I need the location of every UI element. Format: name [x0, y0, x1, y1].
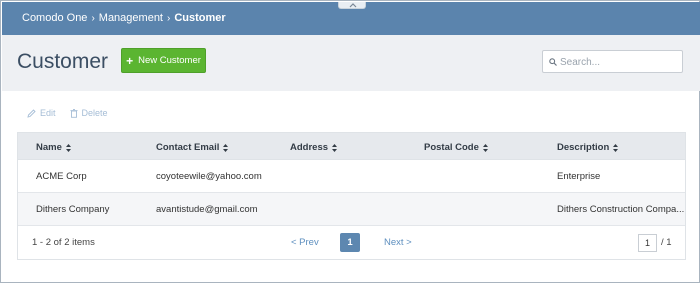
pencil-icon	[27, 108, 36, 118]
breadcrumb-current: Customer	[174, 12, 226, 24]
page-number-button[interactable]: 1	[340, 233, 360, 252]
breadcrumb-item-management[interactable]: Management	[99, 12, 163, 24]
column-label: Address	[290, 142, 329, 153]
breadcrumb: Comodo One › Management › Customer	[22, 12, 226, 24]
top-bar: Comodo One › Management › Customer	[2, 2, 700, 35]
plus-icon: +	[126, 53, 134, 68]
page-title: Customer	[17, 50, 109, 73]
table-header: Name Contact Email Address Postal Code D…	[18, 133, 685, 160]
column-label: Name	[36, 142, 62, 153]
breadcrumb-separator: ›	[91, 13, 95, 24]
sort-icon	[223, 143, 229, 152]
edit-button[interactable]: Edit	[27, 106, 56, 120]
table-footer: 1 - 2 of 2 items < Prev 1 Next > / 1	[18, 226, 685, 259]
total-pages: / 1	[661, 237, 672, 248]
sort-icon	[65, 143, 71, 152]
breadcrumb-item-comodo-one[interactable]: Comodo One	[22, 12, 87, 24]
new-customer-button[interactable]: + New Customer	[121, 48, 206, 73]
table-row[interactable]: ACME Corp coyoteewile@yahoo.com Enterpri…	[18, 160, 685, 193]
collapse-header-button[interactable]	[338, 2, 366, 9]
chevron-up-icon	[349, 3, 357, 8]
column-header-contact-email[interactable]: Contact Email	[156, 142, 229, 153]
action-toolbar: Edit Delete	[27, 106, 108, 120]
search-icon	[549, 58, 557, 66]
sort-icon	[613, 143, 619, 152]
search-box[interactable]	[542, 50, 683, 73]
prev-page-link[interactable]: < Prev	[291, 237, 319, 248]
new-customer-label: New Customer	[138, 55, 201, 66]
column-label: Postal Code	[424, 142, 479, 153]
cell-contact-email: coyoteewile@yahoo.com	[156, 171, 262, 182]
delete-button[interactable]: Delete	[70, 106, 108, 120]
cell-description: Enterprise	[557, 171, 601, 182]
table-row[interactable]: Dithers Company avantistude@gmail.com Di…	[18, 193, 685, 226]
breadcrumb-separator: ›	[167, 13, 171, 24]
column-label: Description	[557, 142, 610, 153]
page-header: Customer + New Customer	[2, 35, 700, 91]
column-label: Contact Email	[156, 142, 220, 153]
next-page-link[interactable]: Next >	[384, 237, 412, 248]
cell-description: Dithers Construction Compa...	[557, 204, 685, 215]
cell-contact-email: avantistude@gmail.com	[156, 204, 258, 215]
delete-label: Delete	[81, 108, 108, 118]
column-header-address[interactable]: Address	[290, 142, 338, 153]
page-number-input[interactable]	[638, 234, 657, 252]
column-header-description[interactable]: Description	[557, 142, 619, 153]
sort-icon	[482, 143, 488, 152]
column-header-name[interactable]: Name	[36, 142, 71, 153]
sort-icon	[332, 143, 338, 152]
column-header-postal-code[interactable]: Postal Code	[424, 142, 488, 153]
edit-label: Edit	[40, 108, 56, 118]
customer-table: Name Contact Email Address Postal Code D…	[17, 132, 686, 260]
cell-name: ACME Corp	[36, 171, 87, 182]
trash-icon	[70, 108, 78, 118]
item-count: 1 - 2 of 2 items	[32, 237, 95, 248]
cell-name: Dithers Company	[36, 204, 110, 215]
app-frame: Comodo One › Management › Customer Customer …	[0, 0, 700, 283]
search-input[interactable]	[560, 54, 678, 70]
